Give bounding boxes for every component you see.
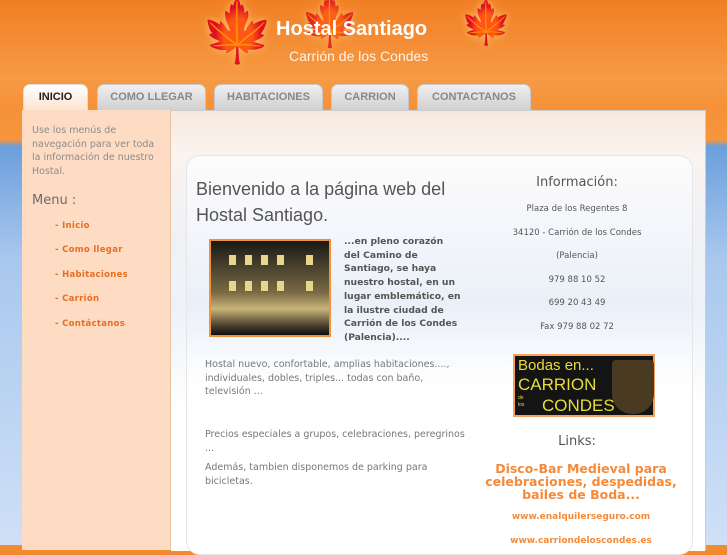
banner-text: los bbox=[518, 402, 525, 408]
sidebar-intro: Use los menús de navegación para ver tod… bbox=[32, 125, 155, 177]
sidebar-item-habitaciones[interactable]: - Habitaciones bbox=[55, 270, 128, 280]
info-address: Plaza de los Regentes 8 bbox=[526, 204, 628, 214]
maple-leaf-icon: 🍁 bbox=[200, 0, 275, 67]
sidebar: Use los menús de navegación para ver tod… bbox=[22, 110, 171, 550]
sidebar-item-contactanos[interactable]: - Contáctanos bbox=[55, 319, 125, 329]
paragraph: Además, tambien disponemos de parking pa… bbox=[205, 462, 428, 487]
tab-como-llegar[interactable]: COMO LLEGAR bbox=[97, 84, 206, 111]
page-title: Bienvenido a la página web del Hostal Sa… bbox=[196, 179, 446, 225]
site-subtitle: Carrión de los Condes bbox=[289, 48, 429, 64]
intro-highlight: ...en pleno corazón del Camino de Santia… bbox=[344, 236, 461, 343]
info-fax: Fax 979 88 02 72 bbox=[540, 322, 614, 332]
link-disco-bar[interactable]: Disco-Bar Medieval para celebraciones, d… bbox=[470, 462, 692, 501]
info-province: (Palencia) bbox=[556, 251, 598, 261]
tab-contactanos[interactable]: CONTACTANOS bbox=[417, 84, 531, 111]
sidebar-item-carrion[interactable]: - Carrión bbox=[55, 294, 99, 304]
sidebar-item-como-llegar[interactable]: - Como llegar bbox=[55, 245, 123, 255]
site-title: Hostal Santiago bbox=[276, 18, 428, 40]
maple-leaf-icon: 🍁 bbox=[460, 0, 513, 47]
tab-inicio[interactable]: INICIO bbox=[23, 84, 88, 112]
link-enalquilerseguro[interactable]: www.enalquilerseguro.com bbox=[470, 512, 692, 522]
banner-text: CONDES bbox=[542, 396, 615, 415]
banner-text: de bbox=[518, 395, 524, 401]
info-heading: Información: bbox=[536, 175, 618, 190]
tab-habitaciones[interactable]: HABITACIONES bbox=[214, 84, 323, 111]
links-heading: Links: bbox=[558, 434, 596, 449]
bodas-banner[interactable]: Bodas en... CARRION de los CONDES bbox=[513, 354, 655, 417]
banner-text: Bodas en... bbox=[518, 357, 594, 374]
paragraph: Precios especiales a grupos, celebracion… bbox=[205, 429, 465, 454]
sidebar-item-inicio[interactable]: - Inicio bbox=[55, 221, 90, 231]
banner-text: CARRION bbox=[518, 375, 597, 394]
hostal-photo bbox=[209, 239, 331, 337]
menu-heading: Menu : bbox=[32, 193, 77, 208]
paragraph: Hostal nuevo, confortable, amplias habit… bbox=[205, 359, 450, 397]
tab-carrion[interactable]: CARRION bbox=[331, 84, 409, 111]
info-phone: 699 20 43 49 bbox=[548, 298, 606, 308]
info-city: 34120 - Carrión de los Condes bbox=[512, 228, 642, 238]
info-phone: 979 88 10 52 bbox=[548, 275, 606, 285]
crest-logo bbox=[612, 360, 654, 414]
